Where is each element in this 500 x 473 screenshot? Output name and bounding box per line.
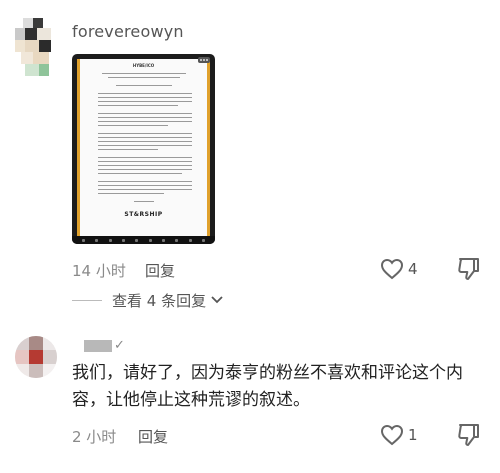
heart-icon[interactable] (380, 424, 404, 446)
document-header: HYBE/ICO (132, 63, 155, 68)
comment-username[interactable]: forevereowyn (72, 22, 184, 41)
divider-line (72, 299, 102, 301)
comment-image-attachment[interactable]: HYBE/ICO ST&RSHIP (72, 54, 215, 244)
dislike-icon[interactable] (456, 256, 482, 282)
dislike-icon[interactable] (456, 422, 482, 448)
more-options-icon[interactable] (198, 57, 210, 63)
reply-button[interactable]: 回复 (145, 260, 175, 281)
image-pager-dots (82, 239, 205, 242)
avatar[interactable] (15, 18, 57, 78)
view-more-replies[interactable]: 查看 4 条回复 (72, 290, 224, 310)
like-count: 1 (408, 426, 418, 444)
verified-icon: ✓ (114, 338, 125, 353)
chevron-down-icon[interactable] (210, 295, 224, 305)
comment-text: 我们，请好了，因为泰亨的粉丝不喜欢和评论这个内容，让他停止这种荒谬的叙述。 (72, 363, 463, 410)
comment-username-redacted[interactable] (84, 340, 112, 352)
comment-timestamp: 2 小时 (72, 428, 117, 446)
like-count: 4 (408, 260, 418, 278)
avatar[interactable] (15, 336, 57, 378)
starship-logo: ST&RSHIP (124, 211, 163, 218)
heart-icon[interactable] (380, 258, 404, 280)
document-preview: HYBE/ICO ST&RSHIP (77, 59, 210, 237)
view-more-label[interactable]: 查看 4 条回复 (112, 290, 206, 311)
reply-button[interactable]: 回复 (138, 426, 168, 447)
comment-timestamp: 14 小时 (72, 262, 126, 280)
